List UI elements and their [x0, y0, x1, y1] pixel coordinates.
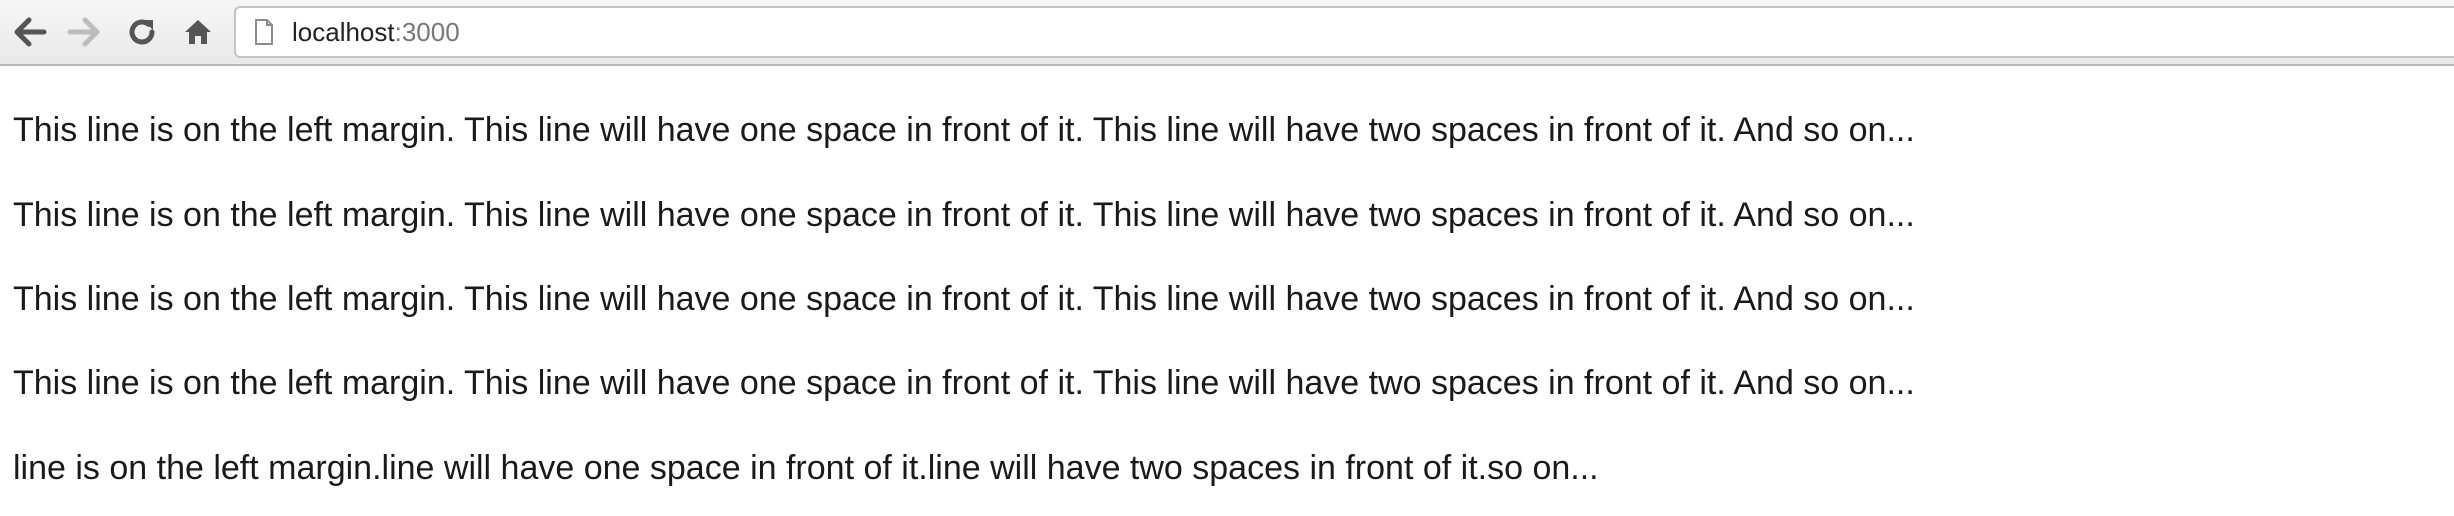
- url-port: :3000: [394, 16, 460, 47]
- back-button[interactable]: [8, 10, 52, 54]
- url-host: localhost: [292, 16, 395, 47]
- home-button[interactable]: [176, 10, 220, 54]
- text-line: line is on the left margin.line will hav…: [13, 449, 1599, 487]
- url-text: localhost:3000: [292, 17, 460, 48]
- page-content: This line is on the left margin. This li…: [0, 66, 2454, 516]
- arrow-left-icon: [13, 17, 47, 47]
- arrow-right-icon: [67, 17, 101, 47]
- text-line: This line is on the left margin. This li…: [13, 196, 1915, 234]
- page-icon: [254, 18, 276, 46]
- forward-button[interactable]: [62, 10, 106, 54]
- reload-icon: [126, 16, 158, 48]
- browser-toolbar: localhost:3000: [0, 0, 2454, 66]
- text-line: This line is on the left margin. This li…: [13, 111, 1915, 149]
- address-bar[interactable]: localhost:3000: [234, 6, 2454, 58]
- home-icon: [183, 17, 213, 47]
- reload-button[interactable]: [120, 10, 164, 54]
- text-line: This line is on the left margin. This li…: [13, 280, 1915, 318]
- text-line: This line is on the left margin. This li…: [13, 364, 1915, 402]
